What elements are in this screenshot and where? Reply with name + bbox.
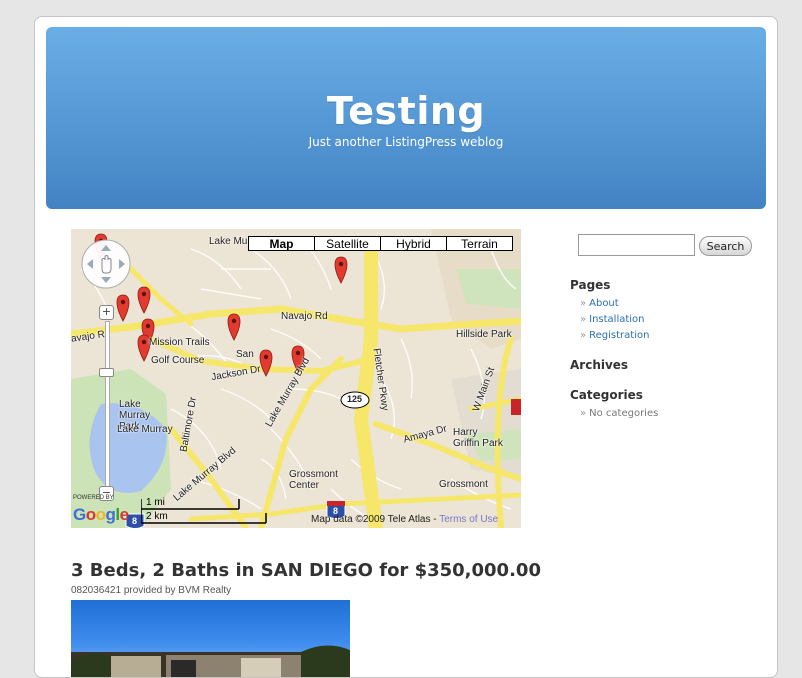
search-input[interactable] — [578, 234, 695, 256]
blog-title[interactable]: Testing — [46, 89, 766, 133]
listing-meta: 082036421 provided by BVM Realty — [71, 585, 232, 596]
google-map[interactable]: Lake Mur Navajo Rd Hillside Park Mission… — [71, 229, 521, 528]
map-label: Navajo Rd — [281, 311, 328, 322]
scale-metric-label: 2 km — [146, 511, 168, 522]
map-label: Golf Course — [151, 355, 205, 366]
map-label: Lake Mur — [209, 236, 251, 247]
map-label: Mission Trails — [149, 337, 210, 348]
pages-list: » About » Installation » Registration — [580, 296, 649, 344]
interstate-8-shield: 8 — [132, 516, 138, 526]
list-item: » About — [580, 296, 649, 312]
listing-photo[interactable] — [71, 600, 350, 677]
terms-of-use-link[interactable]: Terms of Use — [439, 514, 498, 525]
categories-widget-title: Categories — [570, 388, 643, 402]
map-type-map-button[interactable]: Map — [248, 236, 315, 251]
map-label: Grossmont — [439, 479, 488, 490]
map-pan-control[interactable] — [81, 239, 131, 289]
map-type-terrain-button[interactable]: Terrain — [446, 236, 513, 251]
map-label: Hillside Park — [456, 329, 512, 340]
blog-description: Just another ListingPress weblog — [308, 135, 504, 149]
zoom-slider-handle[interactable] — [99, 368, 114, 377]
map-type-hybrid-button[interactable]: Hybrid — [380, 236, 447, 251]
bullet-icon: » — [580, 330, 587, 341]
zoom-slider-track[interactable] — [105, 321, 110, 493]
map-label: Lake Murray — [117, 424, 173, 435]
map-label: Harry Griffin Park — [453, 427, 503, 449]
route-125-shield: 125 — [347, 394, 363, 404]
bullet-icon: » — [580, 314, 587, 325]
page-link-installation[interactable]: Installation — [589, 314, 644, 325]
categories-list: » No categories — [580, 406, 658, 422]
search-button[interactable]: Search — [699, 236, 752, 256]
page-link-registration[interactable]: Registration — [589, 330, 649, 341]
copyright-text: Map data ©2009 Tele Atlas - — [311, 514, 440, 525]
map-type-satellite-button[interactable]: Satellite — [314, 236, 381, 251]
google-logo[interactable]: Google — [73, 505, 129, 525]
pages-widget-title: Pages — [570, 278, 611, 292]
map-scale: 1 mi 2 km — [141, 497, 271, 525]
list-item: » No categories — [580, 406, 658, 422]
map-label: San — [236, 349, 254, 360]
list-item: » Installation — [580, 312, 649, 328]
bullet-icon: » — [580, 298, 587, 309]
scale-imperial-label: 1 mi — [146, 497, 165, 508]
page-link-about[interactable]: About — [589, 298, 619, 309]
map-copyright: Map data ©2009 Tele Atlas - Terms of Use — [311, 514, 498, 525]
map-label: Grossmont Center — [289, 469, 338, 491]
google-powered-label: POWERED BY — [73, 495, 114, 501]
no-categories-text: No categories — [589, 408, 659, 419]
listing-title[interactable]: 3 Beds, 2 Baths in SAN DIEGO for $350,00… — [71, 560, 541, 581]
archives-widget-title: Archives — [570, 358, 629, 372]
page-container: Testing Just another ListingPress weblog — [34, 16, 778, 678]
zoom-in-button[interactable]: + — [99, 305, 114, 320]
bullet-icon: » — [580, 408, 587, 419]
site-header: Testing Just another ListingPress weblog — [46, 27, 766, 209]
list-item: » Registration — [580, 328, 649, 344]
